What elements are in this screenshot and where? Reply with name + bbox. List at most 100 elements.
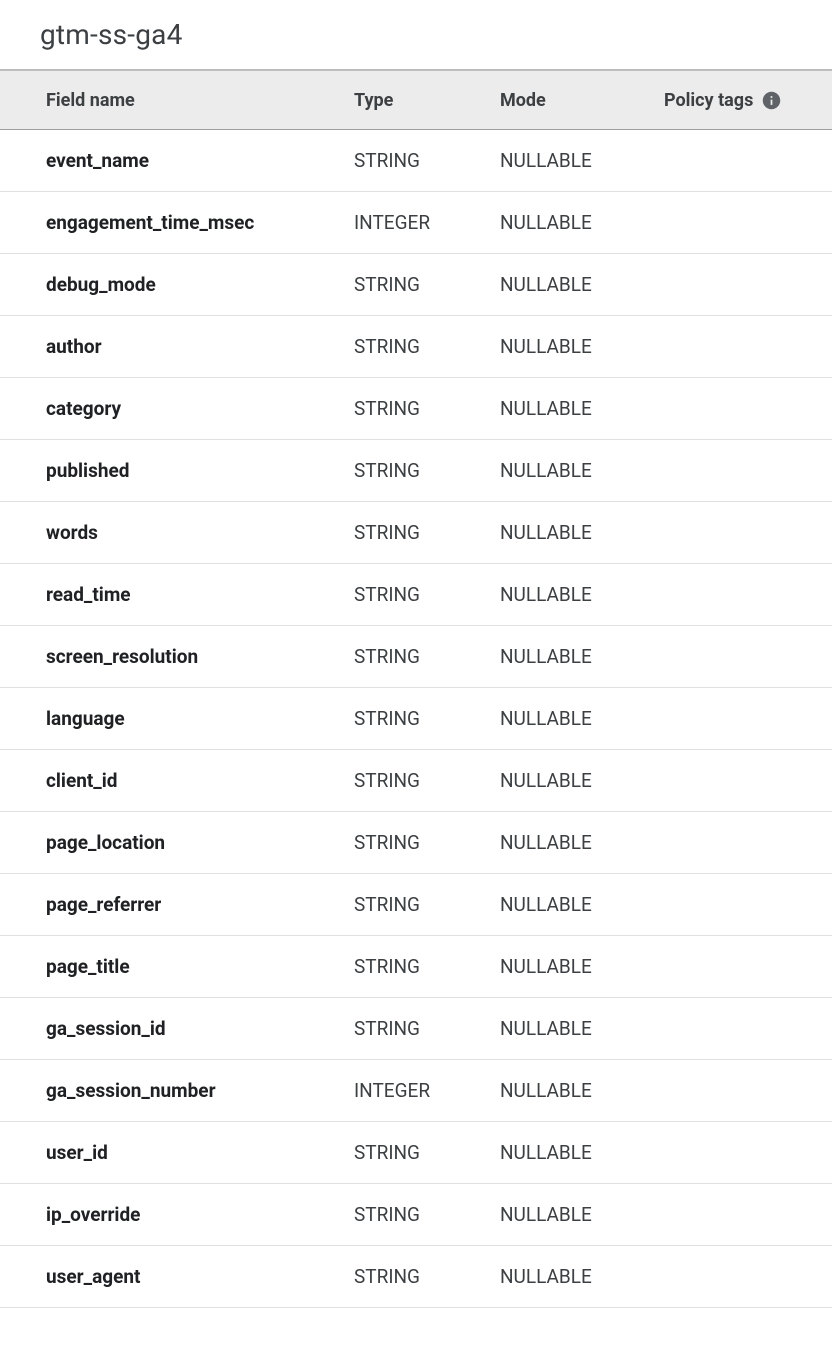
- field-type-cell: STRING: [354, 1121, 500, 1183]
- table-row[interactable]: page_referrerSTRINGNULLABLE: [0, 873, 832, 935]
- table-row[interactable]: client_idSTRINGNULLABLE: [0, 749, 832, 811]
- schema-table: Field name Type Mode Policy tags event_n…: [0, 70, 832, 1308]
- field-mode-cell: NULLABLE: [500, 749, 664, 811]
- table-row[interactable]: publishedSTRINGNULLABLE: [0, 439, 832, 501]
- field-name-cell: language: [0, 687, 354, 749]
- field-policy-cell: [664, 625, 832, 687]
- table-row[interactable]: ip_overrideSTRINGNULLABLE: [0, 1183, 832, 1245]
- field-name-cell: debug_mode: [0, 253, 354, 315]
- field-type-cell: STRING: [354, 873, 500, 935]
- field-type-cell: STRING: [354, 377, 500, 439]
- field-name-cell: ga_session_id: [0, 997, 354, 1059]
- field-policy-cell: [664, 253, 832, 315]
- field-mode-cell: NULLABLE: [500, 1245, 664, 1307]
- field-policy-cell: [664, 501, 832, 563]
- field-name-cell: read_time: [0, 563, 354, 625]
- table-row[interactable]: ga_session_numberINTEGERNULLABLE: [0, 1059, 832, 1121]
- field-name-cell: screen_resolution: [0, 625, 354, 687]
- field-name-cell: page_location: [0, 811, 354, 873]
- field-mode-cell: NULLABLE: [500, 687, 664, 749]
- field-mode-cell: NULLABLE: [500, 563, 664, 625]
- field-type-cell: STRING: [354, 749, 500, 811]
- field-type-cell: STRING: [354, 1183, 500, 1245]
- column-header-field-name[interactable]: Field name: [0, 71, 354, 130]
- table-row[interactable]: user_agentSTRINGNULLABLE: [0, 1245, 832, 1307]
- field-policy-cell: [664, 811, 832, 873]
- table-row[interactable]: page_locationSTRINGNULLABLE: [0, 811, 832, 873]
- field-policy-cell: [664, 191, 832, 253]
- field-name-cell: page_referrer: [0, 873, 354, 935]
- field-name-cell: published: [0, 439, 354, 501]
- field-type-cell: STRING: [354, 1245, 500, 1307]
- field-type-cell: STRING: [354, 687, 500, 749]
- table-row[interactable]: wordsSTRINGNULLABLE: [0, 501, 832, 563]
- title-bar: gtm-ss-ga4: [0, 0, 832, 70]
- field-type-cell: STRING: [354, 811, 500, 873]
- field-name-cell: client_id: [0, 749, 354, 811]
- field-type-cell: STRING: [354, 625, 500, 687]
- table-row[interactable]: languageSTRINGNULLABLE: [0, 687, 832, 749]
- table-row[interactable]: page_titleSTRINGNULLABLE: [0, 935, 832, 997]
- table-row[interactable]: authorSTRINGNULLABLE: [0, 315, 832, 377]
- field-policy-cell: [664, 377, 832, 439]
- field-policy-cell: [664, 129, 832, 191]
- field-type-cell: STRING: [354, 935, 500, 997]
- field-mode-cell: NULLABLE: [500, 997, 664, 1059]
- field-policy-cell: [664, 997, 832, 1059]
- field-mode-cell: NULLABLE: [500, 253, 664, 315]
- field-policy-cell: [664, 687, 832, 749]
- field-type-cell: STRING: [354, 315, 500, 377]
- field-name-cell: category: [0, 377, 354, 439]
- field-mode-cell: NULLABLE: [500, 811, 664, 873]
- column-header-label: Type: [354, 90, 393, 111]
- table-row[interactable]: event_nameSTRINGNULLABLE: [0, 129, 832, 191]
- field-name-cell: event_name: [0, 129, 354, 191]
- field-name-cell: user_id: [0, 1121, 354, 1183]
- field-name-cell: ip_override: [0, 1183, 354, 1245]
- field-policy-cell: [664, 1245, 832, 1307]
- table-row[interactable]: debug_modeSTRINGNULLABLE: [0, 253, 832, 315]
- field-policy-cell: [664, 563, 832, 625]
- field-name-cell: ga_session_number: [0, 1059, 354, 1121]
- column-header-mode[interactable]: Mode: [500, 71, 664, 130]
- field-policy-cell: [664, 935, 832, 997]
- field-mode-cell: NULLABLE: [500, 1183, 664, 1245]
- table-row[interactable]: user_idSTRINGNULLABLE: [0, 1121, 832, 1183]
- column-header-label: Field name: [46, 90, 135, 111]
- field-mode-cell: NULLABLE: [500, 129, 664, 191]
- field-name-cell: page_title: [0, 935, 354, 997]
- field-type-cell: STRING: [354, 997, 500, 1059]
- field-name-cell: author: [0, 315, 354, 377]
- field-policy-cell: [664, 873, 832, 935]
- table-row[interactable]: read_timeSTRINGNULLABLE: [0, 563, 832, 625]
- field-name-cell: words: [0, 501, 354, 563]
- table-row[interactable]: categorySTRINGNULLABLE: [0, 377, 832, 439]
- field-policy-cell: [664, 439, 832, 501]
- info-icon[interactable]: [761, 90, 782, 111]
- field-type-cell: INTEGER: [354, 1059, 500, 1121]
- field-mode-cell: NULLABLE: [500, 315, 664, 377]
- field-policy-cell: [664, 315, 832, 377]
- field-policy-cell: [664, 1059, 832, 1121]
- table-row[interactable]: screen_resolutionSTRINGNULLABLE: [0, 625, 832, 687]
- field-name-cell: engagement_time_msec: [0, 191, 354, 253]
- field-mode-cell: NULLABLE: [500, 1059, 664, 1121]
- field-mode-cell: NULLABLE: [500, 191, 664, 253]
- field-type-cell: STRING: [354, 501, 500, 563]
- field-mode-cell: NULLABLE: [500, 625, 664, 687]
- field-mode-cell: NULLABLE: [500, 501, 664, 563]
- table-row[interactable]: engagement_time_msecINTEGERNULLABLE: [0, 191, 832, 253]
- field-mode-cell: NULLABLE: [500, 377, 664, 439]
- column-header-policy-tags[interactable]: Policy tags: [664, 71, 832, 130]
- table-row[interactable]: ga_session_idSTRINGNULLABLE: [0, 997, 832, 1059]
- field-mode-cell: NULLABLE: [500, 439, 664, 501]
- field-policy-cell: [664, 1183, 832, 1245]
- field-type-cell: STRING: [354, 439, 500, 501]
- column-header-type[interactable]: Type: [354, 71, 500, 130]
- field-mode-cell: NULLABLE: [500, 935, 664, 997]
- field-mode-cell: NULLABLE: [500, 1121, 664, 1183]
- column-header-label: Mode: [500, 90, 546, 111]
- field-name-cell: user_agent: [0, 1245, 354, 1307]
- field-type-cell: STRING: [354, 563, 500, 625]
- field-type-cell: STRING: [354, 129, 500, 191]
